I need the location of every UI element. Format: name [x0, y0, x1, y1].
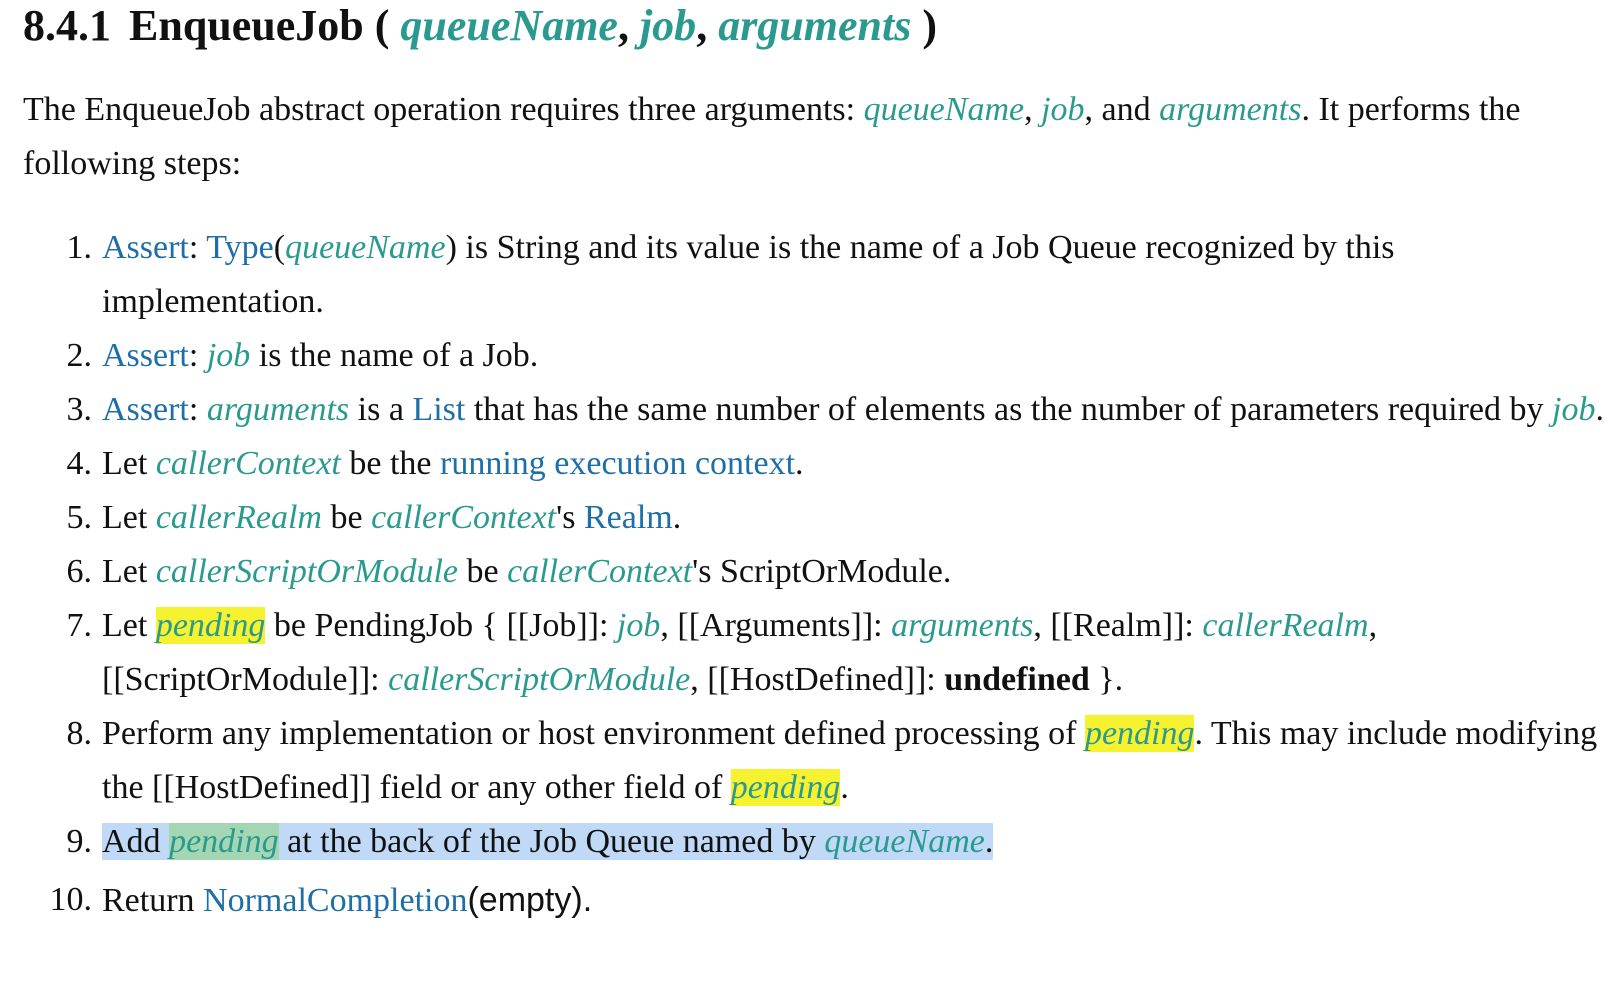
var-pending-highlighted: pending: [1084, 715, 1195, 752]
completion-argument: (empty).: [467, 881, 593, 919]
close-paren: ): [922, 1, 938, 50]
list-link[interactable]: List: [412, 391, 465, 428]
normal-completion-link[interactable]: NormalCompletion: [203, 882, 467, 919]
step-text: .: [840, 769, 849, 806]
step-text: that has the same number of elements as …: [465, 391, 1552, 428]
step-text: , [[Arguments]]:: [660, 607, 892, 644]
algorithm-steps: 1. Assert: Type(queueName) is String and …: [0, 221, 1620, 928]
spec-document: 8.4.1 EnqueueJob ( queueName, job, argume…: [0, 0, 1624, 1000]
step-text: (: [273, 229, 286, 266]
var-arguments: arguments: [891, 607, 1034, 644]
step-marker: 4.: [66, 445, 93, 482]
intro-sep: , and: [1084, 91, 1160, 128]
step-text: }.: [1089, 661, 1124, 698]
assert-link[interactable]: Assert: [102, 337, 189, 374]
step-10: 10. Return NormalCompletion(empty).: [0, 873, 1607, 928]
step-text: :: [188, 391, 207, 428]
step-1: 1. Assert: Type(queueName) is String and …: [0, 221, 1607, 329]
realm-link[interactable]: Realm: [584, 499, 673, 536]
var-job: job: [206, 337, 251, 374]
intro-var-queue-name: queueName: [863, 91, 1025, 128]
step-text: be PendingJob { [[Job]]:: [265, 607, 617, 644]
step-text: 's: [556, 499, 584, 536]
var-queue-name: queueName: [285, 229, 446, 266]
assert-link[interactable]: Assert: [102, 229, 189, 266]
step-marker: 8.: [66, 715, 93, 752]
assert-link[interactable]: Assert: [102, 391, 189, 428]
step-text: Let: [102, 445, 156, 482]
param-queue-name: queueName: [400, 1, 618, 50]
var-caller-realm: callerRealm: [155, 499, 322, 536]
var-pending-highlighted: pending: [155, 607, 266, 644]
step-text: Add: [102, 823, 170, 860]
step-text: ): [445, 229, 457, 266]
var-caller-context: callerContext: [155, 445, 341, 482]
step-6: 6. Let callerScriptOrModule be callerCont…: [0, 545, 1607, 599]
step-text: be the: [340, 445, 441, 482]
type-link[interactable]: Type: [206, 229, 274, 266]
step-text: .: [795, 445, 804, 482]
param-arguments: arguments: [718, 1, 912, 50]
step-text: Return: [102, 882, 204, 919]
step-marker: 3.: [66, 391, 93, 428]
step-2: 2. Assert: job is the name of a Job.: [0, 329, 1607, 383]
step-text: is the name of a Job.: [250, 337, 539, 374]
var-caller-context: callerContext: [371, 499, 557, 536]
running-execution-context-link[interactable]: running execution context: [440, 445, 795, 482]
var-pending-highlighted: pending: [169, 823, 279, 860]
step-8: 8. Perform any implementation or host env…: [0, 707, 1607, 815]
step-4: 4. Let callerContext be the running execu…: [0, 437, 1607, 491]
section-heading: 8.4.1 EnqueueJob ( queueName, job, argume…: [23, 1, 938, 50]
intro-var-job: job: [1041, 91, 1085, 128]
var-queue-name: queueName: [824, 823, 985, 860]
step-7: 7. Let pending be PendingJob { [[Job]]: j…: [0, 599, 1607, 707]
var-caller-realm: callerRealm: [1202, 607, 1369, 644]
step-text: .: [1595, 391, 1604, 428]
step-marker: 1.: [66, 229, 93, 266]
step-text: is a: [349, 391, 413, 428]
step-marker: 7.: [66, 607, 93, 644]
text-selection[interactable]: Add pending at the back of the Job Queue…: [102, 823, 994, 860]
intro-paragraph: The EnqueueJob abstract operation requir…: [23, 83, 1583, 191]
step-marker: 5.: [66, 499, 93, 536]
step-marker: 6.: [66, 553, 93, 590]
step-text: be: [321, 499, 372, 536]
section-number: 8.4.1: [23, 1, 111, 50]
step-text: , [[Realm]]:: [1033, 607, 1203, 644]
undefined-keyword: undefined: [944, 661, 1090, 698]
step-marker: 2.: [66, 337, 93, 374]
step-text: :: [188, 337, 207, 374]
var-pending-highlighted: pending: [730, 769, 841, 806]
step-9: 9. Add pending at the back of the Job Que…: [0, 815, 1607, 869]
intro-sep: ,: [1024, 91, 1042, 128]
step-marker: 10.: [49, 881, 93, 918]
step-text: Perform any implementation or host envir…: [102, 715, 1085, 752]
param-job: job: [639, 1, 697, 50]
step-5: 5. Let callerRealm be callerContext's Rea…: [0, 491, 1607, 545]
var-caller-context: callerContext: [507, 553, 693, 590]
step-text: Let: [102, 607, 156, 644]
operation-name: EnqueueJob: [129, 1, 364, 50]
var-caller-script-or-module: callerScriptOrModule: [388, 661, 691, 698]
step-text: .: [984, 823, 994, 860]
var-job: job: [1552, 391, 1596, 428]
step-text: Let: [102, 499, 156, 536]
var-arguments: arguments: [206, 391, 350, 428]
intro-var-arguments: arguments: [1159, 91, 1302, 128]
step-text: , [[HostDefined]]:: [690, 661, 945, 698]
var-job: job: [616, 607, 661, 644]
step-text: Let: [102, 553, 156, 590]
step-marker: 9.: [66, 823, 93, 860]
step-3: 3. Assert: arguments is a List that has t…: [0, 383, 1607, 437]
step-text: be: [457, 553, 508, 590]
step-text: at the back of the Job Queue named by: [278, 823, 825, 860]
step-text: .: [672, 499, 682, 536]
step-text: 's ScriptOrModule.: [692, 553, 952, 590]
intro-text: The EnqueueJob abstract operation requir…: [23, 91, 864, 128]
step-text: :: [188, 229, 207, 266]
open-paren: (: [374, 1, 390, 50]
var-caller-script-or-module: callerScriptOrModule: [155, 553, 458, 590]
